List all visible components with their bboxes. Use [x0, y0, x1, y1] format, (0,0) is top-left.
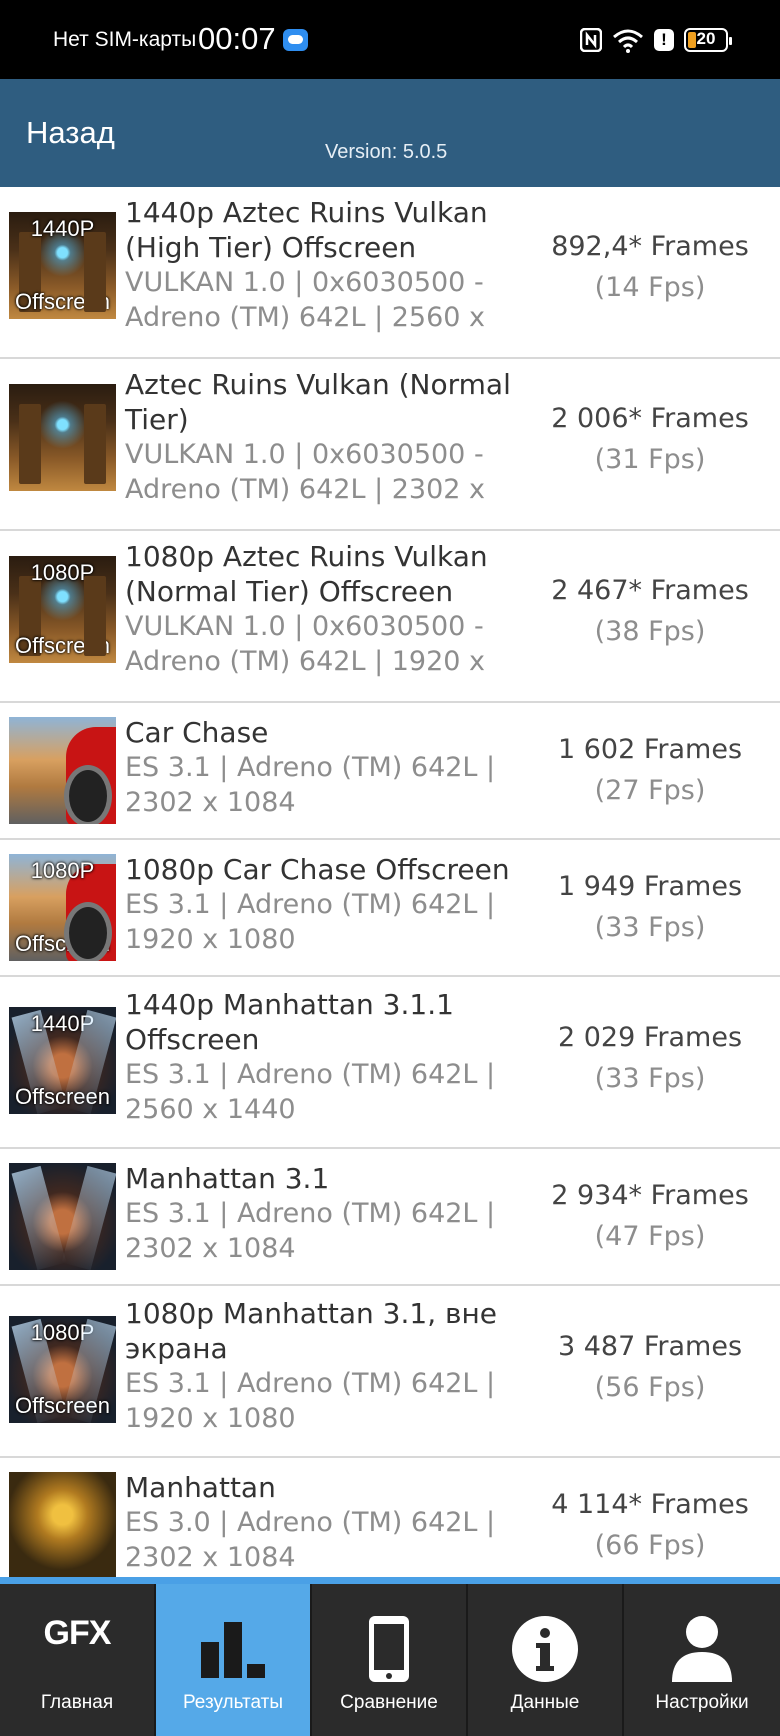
tab-label: Настройки: [655, 1692, 749, 1713]
result-details: VULKAN 1.0 | 0x6030500 - Adreno (TM) 642…: [125, 267, 486, 333]
result-row[interactable]: 1440P Offscreen 1440p Aztec Ruins Vulkan…: [0, 187, 780, 359]
result-fps: (47 Fps): [594, 1221, 706, 1252]
result-details: ES 3.1 | Adreno (TM) 642L | 2302 x 1084: [125, 752, 496, 818]
result-row[interactable]: Car Chase ES 3.1 | Adreno (TM) 642L | 23…: [0, 703, 780, 840]
result-fps: (56 Fps): [594, 1372, 706, 1403]
result-title: 1080p Aztec Ruins Vulkan (Normal Tier) O…: [125, 540, 488, 608]
result-title: 1440p Aztec Ruins Vulkan (High Tier) Off…: [125, 196, 488, 264]
result-details: ES 3.1 | Adreno (TM) 642L | 2560 x 1440: [125, 1059, 496, 1125]
clock: 00:07: [198, 21, 276, 56]
result-title: Car Chase: [125, 716, 269, 749]
result-frames: 2 934* Frames: [551, 1180, 749, 1211]
bottom-nav: GFX Главная Результаты Сравнение Данные: [0, 1584, 780, 1736]
result-frames: 1 949 Frames: [557, 871, 743, 902]
result-frames: 1 602 Frames: [557, 734, 743, 765]
person-icon: [672, 1616, 732, 1682]
thumb-resolution-label: 1440P: [30, 1011, 95, 1036]
phone-icon: [369, 1616, 409, 1682]
result-row[interactable]: 1080P Offscreen 1080p Aztec Ruins Vulkan…: [0, 531, 780, 703]
result-frames: 2 006* Frames: [551, 403, 749, 434]
manhattan-thumbnail: [9, 1163, 116, 1270]
battery-icon: 20: [684, 28, 732, 52]
result-details: ES 3.0 | Adreno (TM) 642L | 2302 x 1084: [125, 1507, 496, 1573]
result-row[interactable]: Manhattan 3.1 ES 3.1 | Adreno (TM) 642L …: [0, 1149, 780, 1286]
result-frames: 2 467* Frames: [551, 575, 749, 606]
thumb-offscreen-label: Offscreen: [15, 633, 110, 658]
tab-label: Результаты: [182, 1692, 284, 1713]
aztec-ruins-thumbnail: [9, 384, 116, 491]
thumb-resolution-label: 1440P: [30, 216, 95, 241]
result-details: VULKAN 1.0 | 0x6030500 - Adreno (TM) 642…: [125, 439, 486, 505]
bar-chart-icon: [201, 1622, 265, 1678]
wifi-icon: [613, 29, 643, 53]
result-title: Aztec Ruins Vulkan (Normal Tier): [125, 368, 511, 436]
tab-label: Главная: [40, 1692, 114, 1713]
result-fps: (33 Fps): [594, 1063, 706, 1094]
result-fps: (14 Fps): [594, 272, 706, 303]
manhattan-thumbnail: 1440P Offscreen: [9, 1007, 116, 1114]
car-chase-thumbnail: 1080P Offscreen: [9, 854, 116, 961]
thumb-offscreen-label: Offscreen: [15, 931, 110, 956]
carrier-label: Нет SIM-карты: [53, 28, 197, 51]
tab-compare[interactable]: Сравнение: [312, 1584, 468, 1736]
thumb-resolution-label: 1080P: [30, 1320, 95, 1345]
result-fps: (33 Fps): [594, 912, 706, 943]
info-icon: [512, 1616, 578, 1682]
manhattan-thumbnail: [9, 1472, 116, 1577]
version-label: Version: 5.0.5: [325, 141, 448, 163]
alert-icon: !: [654, 29, 674, 51]
result-frames: 3 487 Frames: [557, 1331, 743, 1362]
battery-level: 20: [696, 29, 716, 48]
tab-results[interactable]: Результаты: [156, 1584, 312, 1736]
result-title: 1080p Car Chase Offscreen: [125, 853, 510, 886]
nfc-icon: [580, 28, 602, 52]
result-row[interactable]: Manhattan ES 3.0 | Adreno (TM) 642L | 23…: [0, 1458, 780, 1577]
result-title: 1440p Manhattan 3.1.1 Offscreen: [125, 988, 454, 1056]
result-details: ES 3.1 | Adreno (TM) 642L | 1920 x 1080: [125, 1368, 496, 1434]
results-list[interactable]: 1440P Offscreen 1440p Aztec Ruins Vulkan…: [0, 187, 780, 1577]
thumb-resolution-label: 1080P: [30, 560, 95, 585]
result-details: ES 3.1 | Adreno (TM) 642L | 2302 x 1084: [125, 1198, 496, 1264]
result-row[interactable]: 1080P Offscreen 1080p Manhattan 3.1, вне…: [0, 1286, 780, 1458]
result-frames: 2 029 Frames: [557, 1022, 743, 1053]
thumb-offscreen-label: Offscreen: [15, 1393, 110, 1418]
result-title: 1080p Manhattan 3.1, вне экрана: [125, 1297, 498, 1365]
result-fps: (66 Fps): [594, 1530, 706, 1561]
result-fps: (38 Fps): [594, 616, 706, 647]
tab-label: Сравнение: [340, 1692, 438, 1713]
status-bar: Нет SIM-карты 00:07 ! 20: [0, 0, 780, 79]
nav-accent-line: [0, 1577, 780, 1584]
thumb-offscreen-label: Offscreen: [15, 289, 110, 314]
result-fps: (27 Fps): [594, 775, 706, 806]
aztec-ruins-thumbnail: 1080P Offscreen: [9, 556, 116, 663]
manhattan-thumbnail: 1080P Offscreen: [9, 1316, 116, 1423]
result-details: ES 3.1 | Adreno (TM) 642L | 1920 x 1080: [125, 889, 496, 955]
tab-label: Данные: [510, 1692, 580, 1713]
result-frames: 4 114* Frames: [551, 1489, 749, 1520]
tab-settings[interactable]: Настройки: [624, 1584, 780, 1736]
result-title: Manhattan 3.1: [125, 1162, 330, 1195]
app-header: Назад Version: 5.0.5: [0, 79, 780, 187]
result-details: VULKAN 1.0 | 0x6030500 - Adreno (TM) 642…: [125, 611, 486, 677]
result-frames: 892,4* Frames: [551, 231, 749, 262]
gfx-logo-icon: GFX: [43, 1614, 112, 1652]
aztec-ruins-thumbnail: 1440P Offscreen: [9, 212, 116, 319]
tab-data[interactable]: Данные: [468, 1584, 624, 1736]
tab-home[interactable]: GFX Главная: [0, 1584, 156, 1736]
result-fps: (31 Fps): [594, 444, 706, 475]
result-row[interactable]: 1080P Offscreen 1080p Car Chase Offscree…: [0, 840, 780, 977]
result-title: Manhattan: [125, 1471, 276, 1504]
status-icons: ! 20: [580, 24, 732, 56]
result-row[interactable]: Aztec Ruins Vulkan (Normal Tier) VULKAN …: [0, 359, 780, 531]
thumb-offscreen-label: Offscreen: [15, 1084, 110, 1109]
car-chase-thumbnail: [9, 717, 116, 824]
thumb-resolution-label: 1080P: [30, 858, 95, 883]
cloud-icon: [283, 29, 308, 51]
back-button[interactable]: Назад: [26, 115, 115, 151]
result-row[interactable]: 1440P Offscreen 1440p Manhattan 3.1.1 Of…: [0, 977, 780, 1149]
